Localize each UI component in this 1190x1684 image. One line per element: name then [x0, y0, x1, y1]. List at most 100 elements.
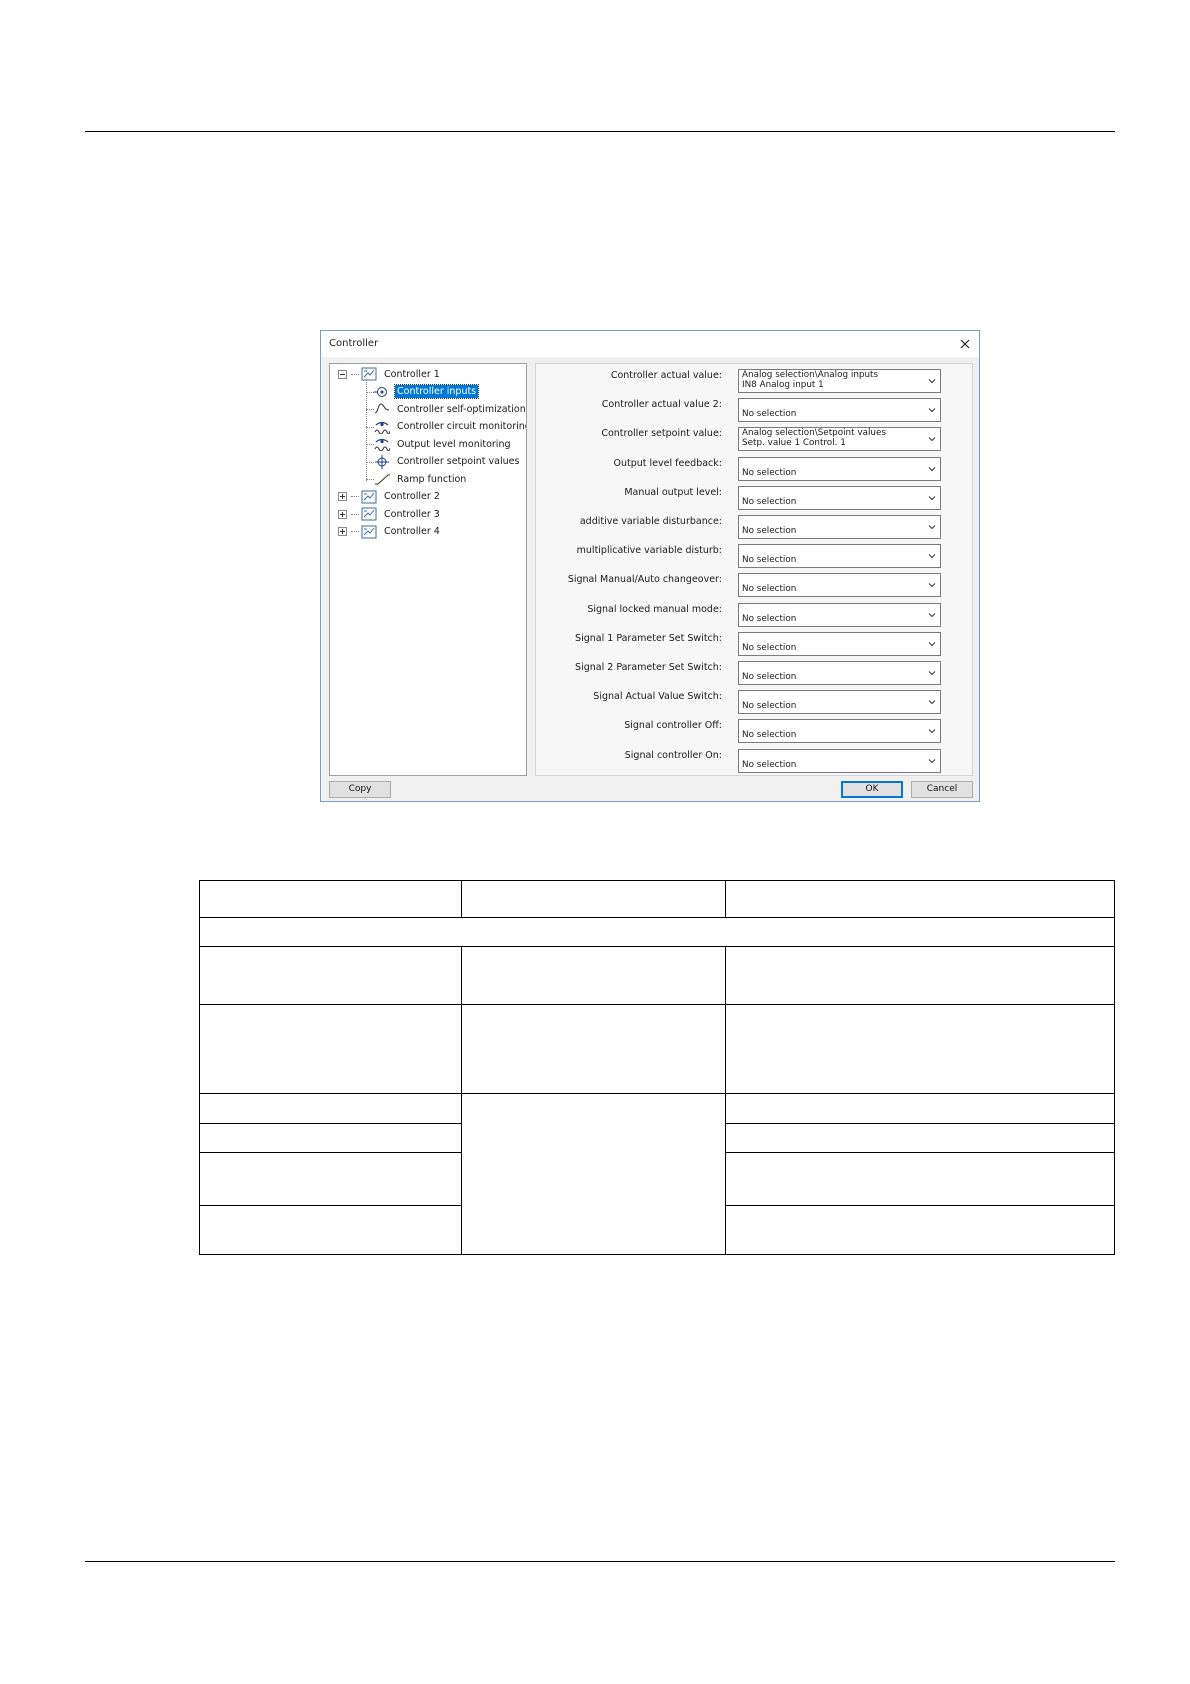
form-row: Signal 1 Parameter Set Switch: No selecti…	[536, 630, 974, 657]
parameter-table	[199, 880, 1115, 1255]
setpoint-target-icon	[375, 454, 389, 469]
signal-select[interactable]: No selection	[738, 661, 941, 685]
form-row: Signal Actual Value Switch: No selection	[536, 688, 974, 715]
tree-connector	[366, 461, 374, 463]
table-rule-horizontal	[199, 1205, 462, 1206]
monitoring-eye-icon	[374, 421, 390, 434]
ok-button[interactable]: OK	[841, 781, 903, 798]
chevron-down-icon[interactable]	[928, 582, 936, 588]
form-row: Signal locked manual mode: No selection	[536, 601, 974, 628]
form-row: Controller setpoint value: Analog selecti…	[536, 425, 974, 452]
collapse-icon[interactable]	[338, 369, 347, 379]
tree-item[interactable]: Controller 3	[338, 506, 442, 522]
field-label: Signal 2 Parameter Set Switch:	[575, 662, 722, 673]
signal-select[interactable]: No selection	[738, 602, 941, 627]
signal-select[interactable]: No selection	[738, 398, 941, 423]
controller-icon	[361, 507, 377, 521]
tree-item-label: Controller 3	[384, 508, 440, 520]
form-row: Signal controller On: No selection	[536, 747, 974, 774]
chevron-down-icon[interactable]	[928, 378, 936, 384]
table-rule-horizontal	[199, 917, 1115, 918]
field-label: Signal controller Off:	[624, 720, 722, 732]
chevron-down-icon[interactable]	[928, 699, 936, 705]
table-rule-vertical	[725, 946, 726, 1255]
table-rule-vertical	[461, 946, 462, 1255]
select-value: No selection	[742, 614, 924, 624]
tree-item[interactable]: Controller setpoint values	[374, 454, 521, 470]
signal-select[interactable]: No selection	[738, 573, 941, 598]
controller-dialog: Controller Controller 1 Controller inputs…	[320, 330, 980, 802]
table-rule-horizontal	[199, 1093, 1115, 1094]
tree-item[interactable]: Output level monitoring	[374, 436, 513, 452]
tree-item[interactable]: Controller inputs	[374, 384, 480, 400]
tree-item[interactable]: Controller self-optimization	[374, 401, 526, 417]
tree-item[interactable]: Controller 4	[338, 524, 442, 540]
table-rule-horizontal	[199, 946, 1115, 947]
table-rule-horizontal	[199, 1152, 462, 1153]
footer-rule	[85, 1561, 1115, 1562]
tree-item[interactable]: Controller 1	[338, 366, 442, 382]
signal-select[interactable]: No selection	[738, 544, 941, 569]
chevron-down-icon[interactable]	[928, 407, 936, 413]
table-rule-horizontal	[199, 1123, 462, 1124]
select-value: No selection	[742, 760, 924, 770]
select-value-line: No selection	[742, 672, 797, 682]
signal-select[interactable]: No selection	[738, 515, 941, 539]
tree-item-label: Controller 2	[384, 491, 440, 502]
cancel-button[interactable]: Cancel	[911, 781, 973, 798]
signal-select[interactable]: No selection	[738, 748, 941, 773]
field-label: multiplicative variable disturb:	[576, 545, 722, 557]
select-value-line: No selection	[742, 759, 797, 770]
expand-icon[interactable]	[338, 527, 347, 536]
tree-item-label: Controller setpoint values	[397, 456, 520, 467]
select-value-line: No selection	[742, 613, 797, 624]
select-value: No selection	[742, 555, 924, 565]
form-row: Signal controller Off: No selection	[536, 717, 974, 744]
chevron-down-icon[interactable]	[928, 728, 936, 734]
optimization-curve-icon	[374, 403, 390, 414]
tree-connector	[351, 531, 359, 532]
select-value: No selection	[742, 701, 924, 711]
form-row: Signal 2 Parameter Set Switch: No selecti…	[536, 659, 974, 686]
close-icon[interactable]	[955, 334, 975, 354]
chevron-down-icon[interactable]	[928, 670, 936, 676]
controller-tree[interactable]: Controller 1 Controller inputs Controller …	[329, 363, 527, 776]
chevron-down-icon[interactable]	[928, 466, 936, 472]
expand-icon[interactable]	[338, 492, 347, 501]
controller-icon	[361, 367, 377, 381]
table-rule-vertical	[199, 880, 200, 1255]
tree-item[interactable]: Controller 2	[338, 489, 442, 505]
copy-button[interactable]: Copy	[329, 781, 391, 798]
chevron-down-icon[interactable]	[928, 758, 936, 764]
select-value-line: No selection	[742, 467, 797, 478]
select-value-line: Setp. value 1 Control. 1	[742, 438, 846, 449]
form-row: Output level feedback: No selection	[536, 455, 974, 482]
tree-item[interactable]: Controller circuit monitoring	[374, 419, 526, 435]
signal-select[interactable]: No selection	[738, 485, 941, 510]
signal-select[interactable]: No selection	[738, 719, 941, 744]
table-rule-horizontal	[725, 1205, 1115, 1206]
chevron-down-icon[interactable]	[928, 524, 936, 530]
chevron-down-icon[interactable]	[928, 612, 936, 618]
signal-select[interactable]: Analog selection\Analog inputs IN8 Analog…	[738, 369, 941, 393]
signal-select[interactable]: Analog selection\Setpoint values Setp. va…	[738, 427, 941, 452]
field-label: Signal Manual/Auto changeover:	[567, 574, 722, 586]
signal-select[interactable]: No selection	[738, 456, 941, 481]
controller-icon	[361, 490, 377, 503]
chevron-down-icon[interactable]	[928, 495, 936, 501]
signal-select[interactable]: No selection	[738, 631, 941, 656]
table-rule-horizontal	[199, 880, 1115, 881]
expand-icon[interactable]	[338, 509, 347, 519]
chevron-down-icon[interactable]	[928, 641, 936, 647]
table-rule-horizontal	[725, 1123, 1115, 1124]
form-row: Controller actual value: Analog selection…	[536, 367, 974, 394]
tree-connector	[366, 391, 374, 393]
signal-select[interactable]: No selection	[738, 690, 941, 715]
select-value-line: No selection	[742, 642, 797, 653]
tree-item[interactable]: Ramp function	[374, 471, 468, 487]
chevron-down-icon[interactable]	[928, 553, 936, 559]
dialog-title: Controller	[329, 338, 379, 349]
chevron-down-icon[interactable]	[928, 436, 936, 442]
select-value-line: No selection	[742, 555, 797, 566]
header-rule	[85, 131, 1115, 132]
